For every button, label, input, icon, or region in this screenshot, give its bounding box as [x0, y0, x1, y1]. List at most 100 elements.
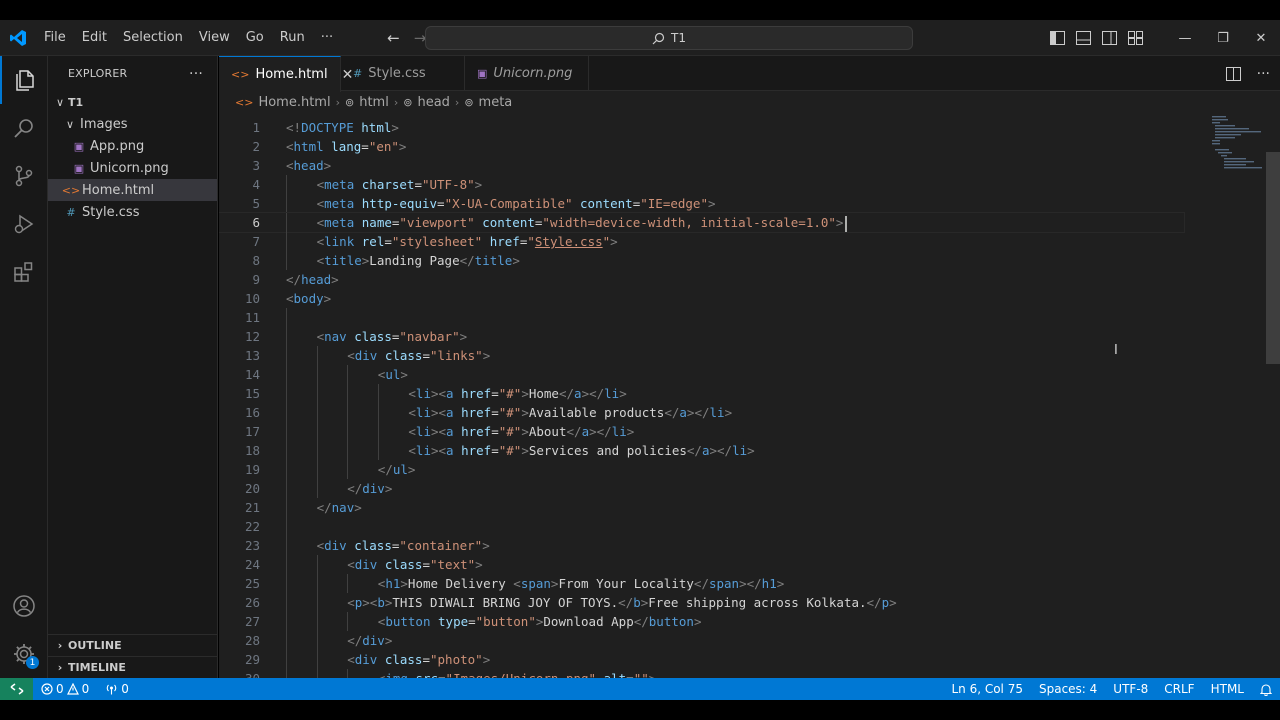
folder-item[interactable]: ∨ Images [48, 113, 217, 135]
source-control-icon[interactable] [0, 152, 48, 200]
indent-guide [286, 213, 287, 232]
back-arrow-icon[interactable]: ← [387, 29, 400, 47]
indent-guide [347, 422, 349, 441]
code-editor[interactable]: 1 <!DOCTYPE html> 2 <html lang="en"> 3 <head>… [219, 112, 1280, 678]
code-text: <div class="photo"> [347, 650, 490, 669]
encoding[interactable]: UTF-8 [1105, 678, 1156, 700]
breadcrumb-item[interactable]: meta [479, 95, 513, 110]
command-center-search[interactable]: T1 [425, 26, 913, 50]
breadcrumb-item[interactable]: html [359, 95, 389, 110]
tab-home-html[interactable]: <> Home.html ✕ [219, 56, 353, 92]
code-token: > [459, 329, 468, 344]
tab-style-css[interactable]: # Style.css [341, 56, 465, 91]
indent-guide [347, 403, 349, 422]
language-mode[interactable]: HTML [1203, 678, 1252, 700]
toggle-panel-icon[interactable] [1070, 20, 1096, 56]
timeline-section[interactable]: › TIMELINE [48, 656, 218, 678]
explorer-more-actions-button[interactable]: ··· [189, 66, 203, 82]
tab-unicorn-png[interactable]: ▣ Unicorn.png [465, 56, 589, 91]
code-token: html [293, 139, 324, 154]
line-number: 6 [252, 215, 260, 230]
code-token: "Images/Unicorn.png" [446, 671, 597, 678]
menu-item[interactable]: Run [272, 20, 313, 56]
chevron-down-icon: ∨ [55, 95, 65, 109]
file-item[interactable]: # Style.css [48, 201, 217, 223]
close-window-button[interactable]: ✕ [1242, 20, 1280, 56]
indent-guide [286, 631, 287, 650]
restore-button[interactable]: ❐ [1204, 20, 1242, 56]
code-token: = [438, 671, 446, 678]
more-actions-icon[interactable]: ··· [1257, 66, 1270, 82]
file-item[interactable]: ▣ App.png [48, 135, 217, 157]
notifications-bell-icon[interactable] [1252, 678, 1280, 700]
outline-label: OUTLINE [68, 639, 122, 652]
file-item[interactable]: ▣ Unicorn.png [48, 157, 217, 179]
outline-section[interactable]: › OUTLINE [48, 634, 218, 656]
remote-indicator-button[interactable] [0, 678, 33, 700]
menu-item[interactable]: View [191, 20, 238, 56]
menu-item[interactable]: ··· [313, 20, 341, 56]
cursor-position[interactable]: Ln 6, Col 75 [943, 678, 1031, 700]
vertical-scrollbar[interactable] [1266, 112, 1280, 678]
indent-guide [316, 669, 318, 678]
explorer-icon[interactable] [0, 56, 48, 104]
customize-layout-icon[interactable] [1122, 20, 1148, 56]
line-number: 3 [252, 158, 260, 173]
explorer-header: EXPLORER ··· [48, 56, 217, 91]
menu-item[interactable]: Edit [74, 20, 115, 56]
menu-item[interactable]: Selection [115, 20, 191, 56]
code-token: = [491, 405, 499, 420]
indentation[interactable]: Spaces: 4 [1031, 678, 1105, 700]
code-token: "#" [498, 405, 522, 420]
search-icon[interactable] [0, 104, 48, 152]
scrollbar-thumb[interactable] [1266, 152, 1280, 364]
line-number: 8 [252, 253, 260, 268]
editor-tabs: <> Home.html ✕ # Style.css ▣ Unicorn.png ··· [219, 56, 1280, 92]
extensions-icon[interactable] [0, 248, 48, 296]
toggle-secondary-sidebar-icon[interactable] [1096, 20, 1122, 56]
split-editor-icon[interactable] [1225, 66, 1241, 81]
code-line: 4 <meta charset="UTF-8"> [219, 175, 1184, 194]
ports-status[interactable]: 0 [97, 678, 137, 700]
code-line: 16 <li><a href="#">Available products</a>… [219, 403, 1184, 422]
code-text: <li><a href="#">About</a></li> [408, 422, 634, 441]
code-text: <li><a href="#">Home</a></li> [408, 384, 626, 403]
menu-item[interactable]: File [36, 20, 74, 56]
explorer-sidebar: EXPLORER ··· ∨ T1 ∨ Images ▣ App.png ▣ Unicor… [48, 56, 218, 678]
breadcrumb-item[interactable]: head [417, 95, 449, 110]
accounts-icon[interactable] [0, 582, 48, 630]
code-token: class [384, 348, 423, 363]
line-number: 15 [244, 386, 260, 401]
manage-gear-icon[interactable]: 1 [0, 630, 48, 678]
code-token: </ [347, 633, 363, 648]
file-item[interactable]: <> Home.html [48, 179, 217, 201]
problems-status[interactable]: 0 0 [33, 678, 97, 700]
minimap[interactable] [1210, 112, 1266, 182]
status-right: Ln 6, Col 75 Spaces: 4 UTF-8 CRLF HTML [943, 678, 1280, 700]
toggle-primary-sidebar-icon[interactable] [1044, 20, 1070, 56]
workspace-title: T1 [671, 31, 686, 45]
menu-item[interactable]: Go [238, 20, 272, 56]
code-token: From Your Locality [558, 576, 694, 591]
code-token: Home Delivery [407, 576, 514, 591]
code-token: > [521, 405, 529, 420]
end-of-line[interactable]: CRLF [1156, 678, 1202, 700]
indent-guide [316, 346, 318, 365]
code-text: <nav class="navbar"> [317, 327, 468, 346]
tab-label: Home.html [255, 67, 328, 82]
image-file-icon: ▣ [73, 161, 85, 175]
tab-label: Unicorn.png [493, 66, 573, 81]
code-token: </ [686, 443, 702, 458]
code-token: > [649, 671, 657, 678]
minimize-button[interactable]: — [1166, 20, 1204, 56]
error-count: 0 [56, 682, 64, 696]
code-token: class [354, 538, 392, 553]
run-and-debug-icon[interactable] [0, 200, 48, 248]
indent-guide [347, 574, 349, 593]
workspace-root[interactable]: ∨ T1 [48, 91, 217, 113]
code-token: </ [566, 424, 582, 439]
breadcrumb-item[interactable]: Home.html [258, 95, 330, 110]
line-number: 10 [244, 291, 260, 306]
